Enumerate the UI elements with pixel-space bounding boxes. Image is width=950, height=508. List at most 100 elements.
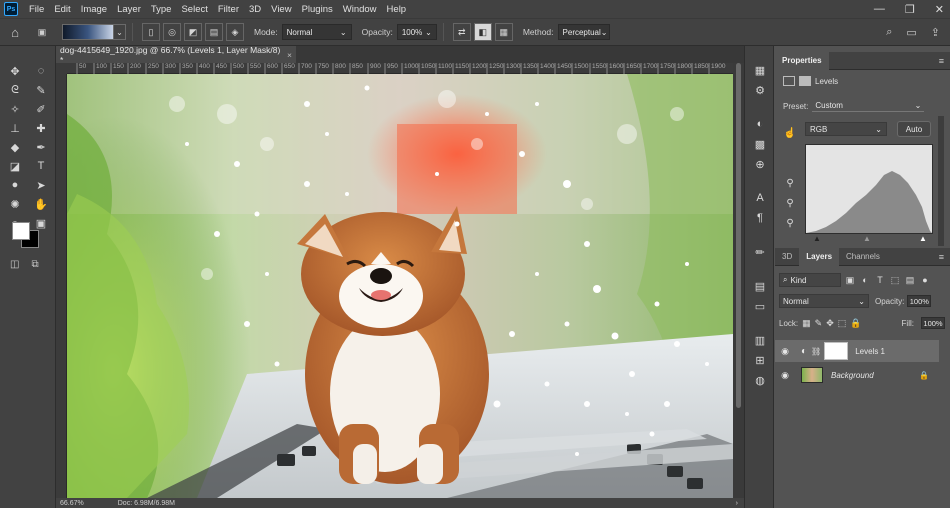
patterns-icon[interactable]: ⊞ <box>745 350 775 370</box>
menu-help[interactable]: Help <box>382 4 412 15</box>
menu-select[interactable]: Select <box>176 4 212 15</box>
angle-gradient-icon[interactable]: ◩ <box>184 23 202 41</box>
foreground-color-swatch[interactable] <box>12 222 30 240</box>
tab-layers[interactable]: Layers <box>799 247 840 266</box>
menu-view[interactable]: View <box>266 4 296 15</box>
white-point-eyedropper-icon[interactable]: ⚲ <box>783 216 797 230</box>
reverse-icon[interactable]: ⇄ <box>452 23 471 41</box>
black-slider-icon[interactable]: ▲ <box>813 234 821 243</box>
gradient-swatch[interactable] <box>62 24 114 40</box>
quick-mask-icon[interactable]: ◫ <box>10 259 19 270</box>
menu-edit[interactable]: Edit <box>49 4 75 15</box>
menu-layer[interactable]: Layer <box>112 4 146 15</box>
swatches-icon[interactable]: ▩ <box>745 134 775 154</box>
kind-select[interactable]: ⌕ Kind <box>779 273 841 287</box>
adjustments-icon[interactable]: ⊕ <box>745 154 775 174</box>
layer-mask-thumbnail[interactable] <box>824 342 849 360</box>
black-point-eyedropper-icon[interactable]: ⚲ <box>783 176 797 190</box>
lock-paint-icon[interactable]: ✎ <box>815 318 823 329</box>
search-icon[interactable]: ⌕ <box>886 26 892 39</box>
history-icon[interactable]: ▦ <box>745 60 775 80</box>
eye-icon[interactable]: ◉ <box>777 370 793 381</box>
reflected-gradient-icon[interactable]: ▤ <box>205 23 223 41</box>
layer-row-background[interactable]: ◉ Background 🔒 <box>775 364 939 386</box>
adjustment-filter-icon[interactable]: ◐ <box>859 274 871 286</box>
home-icon[interactable]: ⌂ <box>0 23 30 41</box>
styles-icon[interactable]: ▥ <box>745 330 775 350</box>
document-tab[interactable]: dog-4415649_1920.jpg @ 66.7% (Levels 1, … <box>56 45 296 65</box>
brush2-tool-icon[interactable]: ✐ <box>29 100 53 118</box>
menu-plugins[interactable]: Plugins <box>297 4 338 15</box>
lock-pixels-icon[interactable]: ▦ <box>802 318 811 329</box>
lock-all-icon[interactable]: 🔒 <box>850 318 861 329</box>
smart-filter-icon[interactable]: ▤ <box>904 274 916 286</box>
mode-select[interactable]: Normal ⌄ <box>281 24 352 40</box>
properties-scrollbar[interactable] <box>938 116 944 246</box>
gradient-picker-chevron-icon[interactable]: ⌄ <box>114 24 126 40</box>
ruler-left[interactable] <box>56 74 67 498</box>
filter-toggle-icon[interactable]: ● <box>919 274 931 286</box>
menu-file[interactable]: File <box>24 4 49 15</box>
eraser-tool-icon[interactable]: ◪ <box>3 157 27 175</box>
stamp-tool-icon[interactable]: ⊥ <box>3 119 27 137</box>
linear-gradient-icon[interactable]: ▯ <box>142 23 160 41</box>
panel-menu-icon[interactable]: ≡ <box>939 56 944 66</box>
scrollbar-thumb[interactable] <box>736 63 741 408</box>
vertical-scrollbar[interactable] <box>733 63 744 498</box>
type-filter-icon[interactable]: T <box>874 274 886 286</box>
canvas[interactable] <box>67 74 733 498</box>
blend-mode-select[interactable]: Normal ⌄ <box>779 294 869 308</box>
layer-opacity-input[interactable]: 100% <box>907 295 932 307</box>
method-select[interactable]: Perceptual ⌄ <box>557 24 610 40</box>
auto-button[interactable]: Auto <box>897 121 931 137</box>
ruler-top[interactable]: 50 100 150 200 250 300 350 400 450 500 550 600 650 70… <box>67 63 733 74</box>
menu-image[interactable]: Image <box>76 4 112 15</box>
brush-tool-icon[interactable]: ✎ <box>29 81 53 99</box>
opacity-input[interactable]: 100% ⌄ <box>396 24 437 40</box>
mask-icon[interactable] <box>799 76 811 86</box>
input-sliders[interactable]: ▲ ▲ ▲ <box>813 234 935 244</box>
preset-select[interactable]: Custom ⌄ <box>812 101 925 112</box>
color-icon[interactable]: ◐ <box>745 114 775 134</box>
shapes-icon[interactable]: ▭ <box>745 296 775 316</box>
lock-artboard-icon[interactable]: ⬚ <box>838 318 847 329</box>
close-icon[interactable]: ✕ <box>935 3 944 16</box>
paragraph-icon[interactable]: ¶ <box>745 208 775 228</box>
workspace-icon[interactable]: ▭ <box>906 26 916 39</box>
menu-window[interactable]: Window <box>338 4 382 15</box>
minimize-icon[interactable]: — <box>874 3 885 15</box>
tool-preset-icon[interactable]: ▣ <box>30 23 54 41</box>
gray-point-eyedropper-icon[interactable]: ⚲ <box>783 196 797 210</box>
menu-filter[interactable]: Filter <box>213 4 244 15</box>
tab-3d[interactable]: 3D <box>775 248 799 266</box>
link-icon[interactable]: ⛓ <box>811 347 821 356</box>
warp-tool-icon[interactable]: ✺ <box>3 195 27 213</box>
paint-bucket-tool-icon[interactable]: ◆ <box>3 138 27 156</box>
maximize-icon[interactable]: ❐ <box>905 3 915 16</box>
transparency-icon[interactable]: ▦ <box>494 23 513 41</box>
share-icon[interactable]: ⇪ <box>931 26 940 39</box>
brushes-icon[interactable]: ✏ <box>745 242 775 262</box>
tab-channels[interactable]: Channels <box>839 248 887 266</box>
dither-icon[interactable]: ◧ <box>473 23 492 41</box>
hand-tool-icon[interactable]: ✋ <box>29 195 53 213</box>
status-arrow-icon[interactable]: › <box>736 500 738 507</box>
gray-slider-icon[interactable]: ▲ <box>863 234 871 243</box>
character-icon[interactable]: A <box>745 188 775 208</box>
lasso-tool-icon[interactable]: ᘓ <box>3 81 27 99</box>
pixel-filter-icon[interactable]: ▣ <box>844 274 856 286</box>
tab-properties[interactable]: Properties <box>775 51 829 70</box>
shape-filter-icon[interactable]: ⬚ <box>889 274 901 286</box>
channel-select[interactable]: RGB ⌄ <box>805 122 887 136</box>
healing-tool-icon[interactable]: ✚ <box>29 119 53 137</box>
marquee-tool-icon[interactable]: ◌ <box>29 62 53 80</box>
move-tool-icon[interactable]: ✥ <box>3 62 27 80</box>
radial-gradient-icon[interactable]: ◎ <box>163 23 181 41</box>
fill-input[interactable]: 100% <box>921 317 945 329</box>
white-slider-icon[interactable]: ▲ <box>919 234 927 243</box>
pen-tool-icon[interactable]: ✒ <box>29 138 53 156</box>
path-select-tool-icon[interactable]: ➤ <box>29 176 53 194</box>
eye-icon[interactable]: ◉ <box>777 346 793 357</box>
panel-menu-icon[interactable]: ≡ <box>939 252 944 262</box>
quick-select-tool-icon[interactable]: ✧ <box>3 100 27 118</box>
